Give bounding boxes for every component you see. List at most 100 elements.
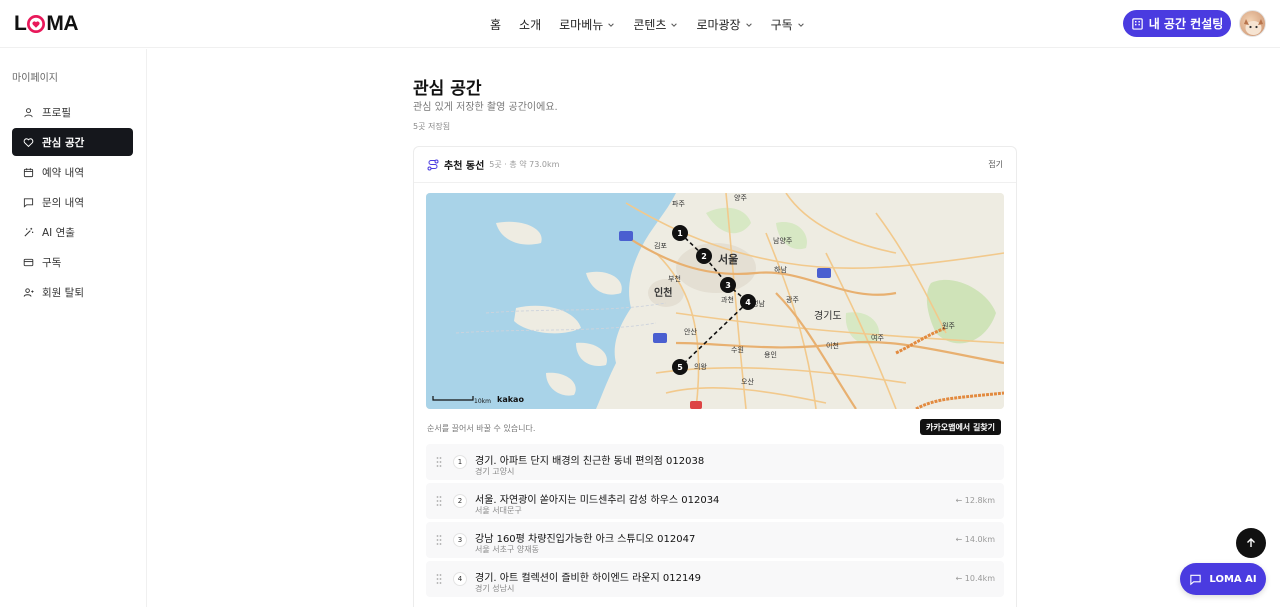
map-marker-5[interactable]: 5 (677, 363, 683, 372)
list-item[interactable]: 3 강남 160평 차량진입가능한 아크 스튜디오 012047 서울 서초구 … (426, 522, 1004, 558)
user-remove-icon (23, 287, 34, 297)
sidebar-item-label: 예약 내역 (42, 166, 84, 179)
map-label-seoul: 서울 (718, 252, 738, 266)
nav-home[interactable]: 홈 (490, 16, 501, 33)
nav-venue-label: 로마베뉴 (559, 18, 604, 32)
map-label-wonju: 원주 (942, 321, 955, 330)
route-map[interactable]: 파주 김포 서울 인천 부천 과천 안산 수원 용인 경기도 이천 여주 하남 … (426, 193, 1004, 409)
map-label-gwangju: 광주 (786, 296, 799, 304)
route-card-meta: 5곳 · 총 약 73.0km (489, 160, 560, 169)
nav-subscribe[interactable]: 구독 (771, 16, 805, 33)
map-marker-3[interactable]: 3 (725, 281, 731, 290)
magic-wand-icon (24, 227, 34, 237)
sidebar-item-label: 문의 내역 (42, 196, 84, 209)
map-label-ansan: 안산 (684, 327, 697, 336)
order-badge: 1 (453, 455, 467, 469)
space-region: 경기 성남시 (475, 584, 515, 593)
map-label-gyeonggi: 경기도 (814, 309, 842, 322)
map-scale-label: 10km (474, 398, 491, 405)
kakao-directions-button[interactable]: 카카오맵에서 길찾기 (920, 419, 1002, 435)
saved-count: 5곳 저장됨 (413, 122, 451, 131)
map-canvas: 파주 김포 서울 인천 부천 과천 안산 수원 용인 경기도 이천 여주 하남 … (426, 193, 1004, 409)
main-nav: 홈 소개 로마베뉴 콘텐츠 로마광장 구독 (490, 16, 823, 33)
map-label-namyangju: 남양주 (773, 236, 793, 245)
nav-subscribe-label: 구독 (770, 18, 793, 32)
sidebar: 마이페이지 프로필 관심 공간 예약 내역 문의 내역 AI 연출 구독 회원 … (0, 49, 147, 607)
consulting-button-label: 내 공간 컨설팅 (1148, 17, 1224, 31)
chevron-down-icon (608, 22, 615, 27)
map-marker-4[interactable]: 4 (745, 298, 751, 307)
avatar[interactable] (1239, 10, 1266, 37)
route-card-title: 추천 동선 (444, 161, 485, 172)
sidebar-item-label: 프로필 (42, 106, 71, 119)
loma-ai-button[interactable]: LOMA AI (1180, 563, 1266, 595)
order-badge: 2 (453, 494, 467, 508)
drag-handle-icon[interactable] (436, 573, 442, 585)
leg-distance: ← 10.4km (955, 574, 995, 583)
map-marker-1[interactable]: 1 (677, 229, 683, 238)
space-region: 경기 고양시 (475, 467, 515, 476)
map-label-gwacheon: 과천 (721, 295, 734, 304)
list-item[interactable]: 4 경기. 아트 컬렉션이 즐비한 하이엔드 라운지 012149 경기 성남시… (426, 561, 1004, 597)
map-label-suwon: 수원 (731, 345, 744, 354)
calendar-icon (23, 167, 34, 177)
chevron-down-icon (671, 22, 678, 27)
map-label-yangju: 양주 (734, 194, 747, 202)
space-name[interactable]: 경기. 아트 컬렉션이 즐비한 하이엔드 라운지 012149 (475, 569, 701, 584)
nav-venue[interactable]: 로마베뉴 (559, 16, 615, 33)
map-label-yongin: 용인 (764, 350, 777, 359)
building-icon (1131, 18, 1143, 30)
leg-distance: ← 14.0km (955, 535, 995, 544)
drag-handle-icon[interactable] (436, 534, 442, 546)
map-label-bucheon: 부천 (668, 274, 681, 283)
user-icon (24, 107, 33, 117)
map-label-osan: 오산 (741, 377, 754, 386)
arrow-up-icon (1247, 538, 1255, 547)
sidebar-item-label: 회원 탈퇴 (42, 286, 84, 299)
chat-icon (1190, 574, 1202, 585)
top-header: L MA 홈 소개 로마베뉴 콘텐츠 로마광장 구독 내 공간 컨설팅 (0, 0, 1280, 48)
nav-about-label: 소개 (519, 18, 542, 32)
list-item[interactable]: 1 경기. 아파트 단지 배경의 친근한 동네 편의점 012038 경기 고양… (426, 444, 1004, 480)
loma-ai-label: LOMA AI (1209, 573, 1257, 585)
sidebar-item-reservations[interactable]: 예약 내역 (12, 158, 133, 186)
nav-plaza[interactable]: 로마광장 (696, 16, 752, 33)
sidebar-item-favorites[interactable]: 관심 공간 (12, 128, 133, 156)
sidebar-item-withdraw[interactable]: 회원 탈퇴 (12, 278, 133, 306)
space-name[interactable]: 강남 160평 차량진입가능한 아크 스튜디오 012047 (475, 530, 695, 545)
nav-about[interactable]: 소개 (519, 16, 541, 33)
sidebar-item-inquiries[interactable]: 문의 내역 (12, 188, 133, 216)
page-subtitle: 관심 있게 저장한 촬영 공간이에요. (413, 102, 558, 113)
list-item[interactable]: 2 서울. 자연광이 쏟아지는 미드센추리 감성 하우스 012034 서울 서… (426, 483, 1004, 519)
map-label-incheon: 인천 (654, 286, 672, 299)
scroll-top-button[interactable] (1236, 528, 1266, 558)
drag-handle-icon[interactable] (436, 495, 442, 507)
map-label-uiwang: 의왕 (694, 362, 707, 371)
page-title: 관심 공간 (413, 79, 482, 99)
consulting-button[interactable]: 내 공간 컨설팅 (1123, 10, 1231, 37)
sidebar-menu: 프로필 관심 공간 예약 내역 문의 내역 AI 연출 구독 회원 탈퇴 (12, 98, 133, 308)
space-name[interactable]: 서울. 자연광이 쏟아지는 미드센추리 감성 하우스 012034 (475, 491, 719, 506)
nav-home-label: 홈 (490, 18, 502, 32)
sidebar-title: 마이페이지 (12, 73, 58, 84)
loma-logo[interactable]: L MA (14, 12, 78, 36)
reorder-hint: 순서를 끌어서 바꿀 수 있습니다. (427, 424, 536, 433)
space-name[interactable]: 경기. 아파트 단지 배경의 친근한 동네 편의점 012038 (475, 452, 704, 467)
sidebar-item-ai-staging[interactable]: AI 연출 (12, 218, 133, 246)
nav-contents[interactable]: 콘텐츠 (633, 16, 678, 33)
leg-distance: ← 12.8km (955, 496, 995, 505)
order-badge: 4 (453, 572, 467, 586)
map-label-yeoju: 여주 (871, 333, 884, 342)
map-label-gimpo: 김포 (654, 242, 667, 250)
route-list: 1 경기. 아파트 단지 배경의 친근한 동네 편의점 012038 경기 고양… (426, 444, 1004, 600)
map-label-paju: 파주 (672, 199, 685, 208)
nav-contents-label: 콘텐츠 (633, 18, 667, 32)
drag-handle-icon[interactable] (436, 456, 442, 468)
sidebar-item-subscription[interactable]: 구독 (12, 248, 133, 276)
fold-button[interactable]: 접기 (988, 159, 1003, 170)
space-region: 서울 서대문구 (475, 506, 522, 515)
map-marker-2[interactable]: 2 (701, 252, 707, 261)
route-card: 추천 동선 5곳 · 총 약 73.0km 접기 파주 김포 서울 인천 부천 … (413, 146, 1017, 607)
space-region: 서울 서초구 양재동 (475, 545, 539, 554)
sidebar-item-profile[interactable]: 프로필 (12, 98, 133, 126)
